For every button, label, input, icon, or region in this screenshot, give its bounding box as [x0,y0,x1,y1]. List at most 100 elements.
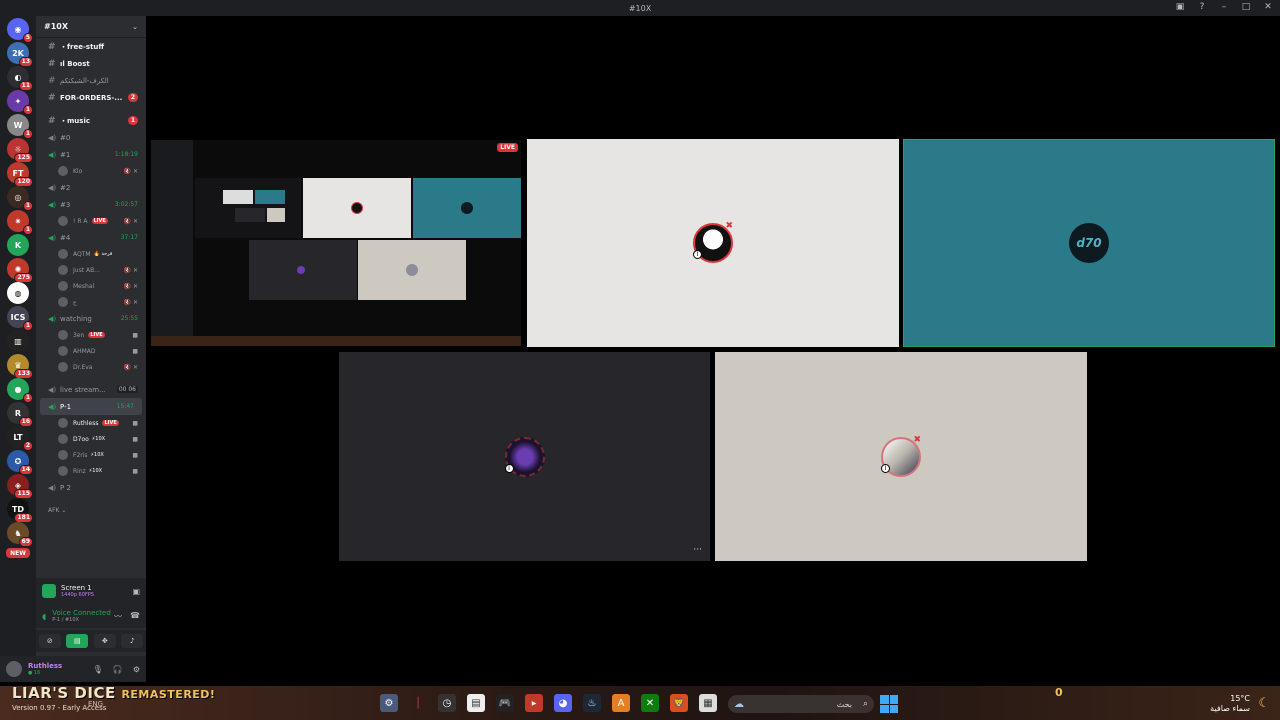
server-icon[interactable]: ☼ 125 [7,138,33,163]
server-icon[interactable]: R 16 [7,402,33,427]
text-channel[interactable]: # الكرف-الشبكتكم [36,72,146,89]
voice-user[interactable]: AQTM 🔥 فرحة [36,246,146,262]
category-afk[interactable]: AFK ⌄ [36,502,146,519]
server-icon[interactable]: FT 120 [7,162,33,187]
language-indicator[interactable]: ENG [88,700,103,708]
office-app-icon[interactable]: A [612,694,630,712]
server-icon[interactable]: ◈ 115 [7,474,33,499]
voice-user[interactable]: ! R A LIVE 🔇 ✕ [36,213,146,229]
server-icon[interactable]: ♛ 133 [7,354,33,379]
avatar [58,418,68,428]
chevron-down-icon[interactable]: ⌄ [132,23,138,31]
text-channel[interactable]: # ıl Boost [36,55,146,72]
avatar [58,434,68,444]
server-icon[interactable]: ICS 1 [7,306,33,331]
server-icon[interactable]: ◐ 11 [7,66,33,91]
soundboard-button[interactable]: ♪ [121,634,144,648]
steam-app-icon[interactable]: ♨ [583,694,601,712]
server-icon[interactable]: ● 1 [7,378,33,403]
start-button[interactable] [880,695,898,713]
camera-off-button[interactable]: ⊘ [38,634,61,648]
server-icon[interactable]: ✦ 1 [7,90,33,115]
voice-channel[interactable]: ◀) #3 3:02:57 [36,196,146,213]
server-icon[interactable]: ✪ 14 [7,450,33,475]
voice-user[interactable]: ع 🔇 ✕ [36,294,146,310]
voice-user[interactable]: Meshal 🔇 ✕ [36,278,146,294]
signal-icon[interactable]: ◖ [42,612,46,621]
xbox-app-icon[interactable]: ✕ [641,694,659,712]
clock-app-icon[interactable]: ◷ [438,694,456,712]
voice-channel[interactable]: ◀) #0 [36,129,146,146]
text-channel[interactable]: # ・music 1 [36,112,146,129]
voice-channel[interactable]: ◀) P 2 [36,479,146,496]
voice-channel[interactable]: ◀) #1 1:18:19 [36,146,146,163]
channel-list: # ・free-stuff # ıl Boost # الكرف-الشبكتكم # FOR… [36,38,146,519]
voice-user[interactable]: Dr.Eva 🔇 ✕ [36,359,146,375]
voice-user[interactable]: Ruthless LIVE ■ [36,415,146,431]
text-channel[interactable]: # ・free-stuff [36,38,146,55]
disconnect-icon[interactable]: ☎ [130,611,140,622]
voice-state-icons: 🔇 ✕ [123,217,138,225]
mention-badge: 1 [22,321,33,331]
server-icon[interactable]: ◍ [7,282,29,304]
avatar[interactable] [6,661,22,677]
minimize-button[interactable]: – [1218,2,1230,12]
pin-app-icon[interactable]: │ [409,694,427,712]
settings-app-icon[interactable]: ⚙ [380,694,398,712]
server-icon[interactable]: ♞ 69 [7,522,33,547]
voice-user[interactable]: F2ris ⚡10X ■ [36,447,146,463]
text-channel[interactable]: # FOR-ORDERS-... 2 [36,89,146,106]
noise-suppression-icon[interactable]: 〰 [114,611,122,622]
participant-tile[interactable]: Ⅰ ✖ [715,352,1087,561]
game-controller-icon[interactable]: 🎮 [496,694,514,712]
brave-app-icon[interactable]: 🦁 [670,694,688,712]
notepad-app-icon[interactable]: ▤ [467,694,485,712]
voice-channel[interactable]: ◀) #2 [36,179,146,196]
server-icon[interactable]: W1 [7,114,33,139]
help-icon[interactable]: ? [1196,2,1208,12]
taskbar-search[interactable]: ☁ بحث ⌕ [728,695,874,713]
voice-channel[interactable]: ◀) watching 25:55 [36,310,146,327]
stream-tile[interactable]: LIVE [151,140,521,346]
close-button[interactable]: ✕ [1262,2,1274,12]
server-icon[interactable]: ✺ 275 [7,258,33,283]
server-icon[interactable]: 2K 13 [7,42,33,67]
voice-timer: 15:47 [116,403,134,410]
voice-user[interactable]: 3en LIVE ■ [36,327,146,343]
maximize-button[interactable]: □ [1240,2,1252,12]
participant-tile[interactable]: Ⅰ ✖ [527,139,899,347]
server-icon[interactable]: LT 2 [7,426,33,451]
server-icon[interactable]: K [7,234,29,256]
weather-widget[interactable]: 15°C سماء صافية [1210,694,1250,714]
server-icon[interactable]: ◎ 1 [7,186,33,211]
server-header[interactable]: #10X ⌄ [36,16,146,38]
voice-channel[interactable]: ◀) #4 37:17 [36,229,146,246]
server-icon[interactable]: ◉ 5 [7,18,33,43]
voice-user[interactable]: D7oo ⚡10X ■ [36,431,146,447]
voice-user[interactable]: Klo 🔇 ✕ [36,163,146,179]
headphones-icon[interactable]: 🎧 [113,665,123,674]
voice-channel[interactable]: ◀) live stream... 00 06 [36,381,146,398]
inbox-icon[interactable]: ▣ [1174,2,1186,12]
participant-tile[interactable]: d70 [903,139,1275,347]
server-icon[interactable]: ✷ 1 [7,210,33,235]
activities-button[interactable]: ✥ [93,634,116,648]
participant-tile[interactable]: Ⅰ ··· [339,352,710,561]
screen-share-button[interactable]: ▤ [66,634,89,648]
voice-state-icons: ■ [132,419,138,427]
more-options-icon[interactable]: ··· [693,545,702,555]
video-app-icon[interactable]: ▶ [525,694,543,712]
voice-user[interactable]: Just AB... 🔇 ✕ [36,262,146,278]
stop-stream-icon[interactable]: ▣ [132,587,140,596]
voice-user[interactable]: Rinz ⚡10X ■ [36,463,146,479]
voice-channel[interactable]: ◀) P-1 15:47 [40,398,142,415]
server-icon[interactable]: ▥ [7,330,29,352]
files-app-icon[interactable]: ▦ [699,694,717,712]
new-badge[interactable]: NEW [6,548,30,558]
weather-desc: سماء صافية [1210,704,1250,713]
discord-app-icon[interactable]: ◕ [554,694,572,712]
server-icon[interactable]: TD 181 [7,498,33,523]
microphone-icon[interactable]: 🎙 [93,665,103,674]
gear-icon[interactable]: ⚙ [133,665,140,674]
voice-user[interactable]: AHMAD ■ [36,343,146,359]
